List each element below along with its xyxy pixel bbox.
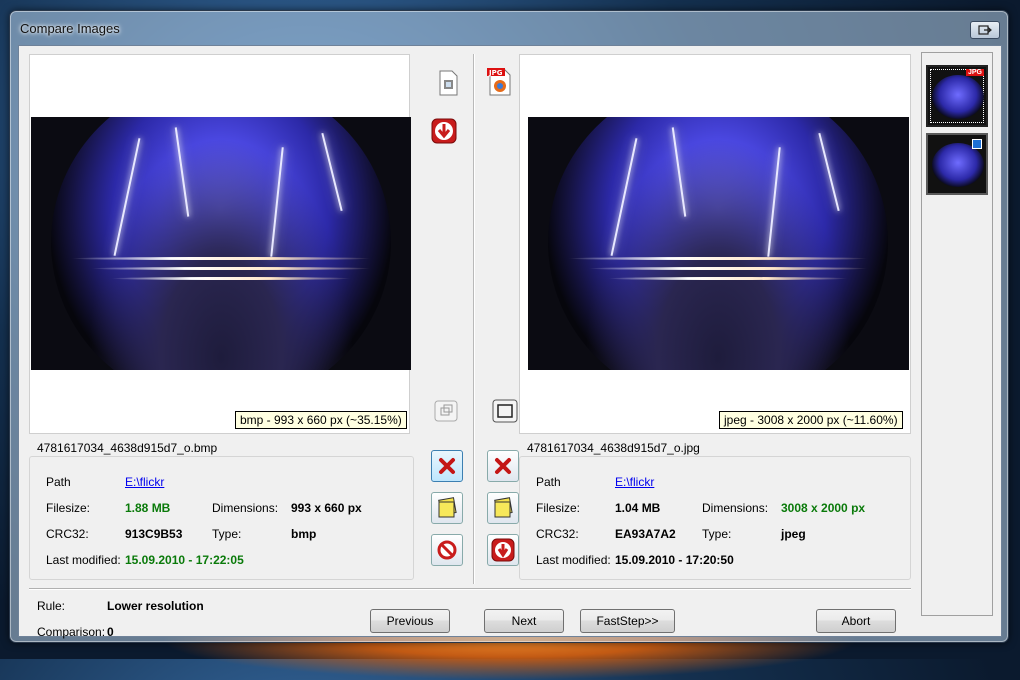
next-button[interactable]: Next	[484, 609, 564, 633]
left-type-value: bmp	[291, 527, 317, 541]
rule-value: Lower resolution	[107, 599, 204, 613]
left-delete-button[interactable]	[431, 450, 463, 482]
right-type-label: Type:	[702, 527, 732, 541]
note-icon	[494, 497, 513, 518]
window-restore-button[interactable]	[970, 21, 1000, 39]
right-modified-label: Last modified:	[536, 553, 611, 567]
left-block-button[interactable]	[431, 534, 463, 566]
right-type-value: jpeg	[781, 527, 806, 541]
right-path-link[interactable]: E:\flickr	[615, 475, 654, 489]
right-filename: 4781617034_4638d915d7_o.jpg	[527, 441, 700, 455]
right-filesize-value: 1.04 MB	[615, 501, 661, 515]
left-bmp-file-icon	[433, 68, 463, 98]
left-path-link[interactable]: E:\flickr	[125, 475, 164, 489]
right-jpg-file-icon: JPG	[485, 66, 515, 96]
rule-label: Rule:	[37, 599, 66, 613]
right-filesize-label: Filesize:	[536, 501, 581, 515]
comparison-value: 0	[107, 625, 114, 639]
left-path-label: Path	[46, 475, 71, 489]
block-icon	[437, 540, 457, 560]
left-info-box: Path E:\flickr Filesize: 1.88 MB Dimensi…	[29, 456, 414, 580]
left-dimensions-value: 993 x 660 px	[291, 501, 362, 515]
left-window-view-icon[interactable]	[431, 396, 461, 426]
right-path-label: Path	[536, 475, 561, 489]
delete-x-icon	[495, 458, 511, 474]
right-dimensions-label: Dimensions:	[702, 501, 769, 515]
right-info-box: Path E:\flickr Filesize: 1.04 MB Dimensi…	[519, 456, 911, 580]
comparison-label: Comparison:	[37, 625, 106, 639]
abort-button[interactable]: Abort	[816, 609, 896, 633]
right-move-down-button[interactable]	[487, 534, 519, 566]
note-icon	[438, 497, 457, 518]
dialog-client-area: bmp - 993 x 660 px (~35.15%) 4781617034_…	[18, 45, 1002, 639]
left-move-down-icon[interactable]	[429, 116, 459, 146]
move-down-icon	[491, 538, 515, 562]
thumbnail-jpg[interactable]: JPG	[926, 65, 988, 127]
delete-x-icon	[439, 458, 455, 474]
jpg-badge: JPG	[965, 69, 984, 76]
right-crc-label: CRC32:	[536, 527, 579, 541]
exit-icon	[978, 25, 992, 35]
left-crc-value: 913C9B53	[125, 527, 183, 541]
right-modified-value: 15.09.2010 - 17:20:50	[615, 553, 734, 567]
left-dimensions-label: Dimensions:	[212, 501, 279, 515]
left-note-button[interactable]	[431, 492, 463, 524]
left-filename: 4781617034_4638d915d7_o.bmp	[37, 441, 218, 455]
left-image-area: bmp - 993 x 660 px (~35.15%)	[29, 54, 411, 434]
left-crc-label: CRC32:	[46, 527, 89, 541]
right-image-preview[interactable]	[528, 117, 909, 370]
previous-button[interactable]: Previous	[370, 609, 450, 633]
right-image-caption: jpeg - 3008 x 2000 px (~11.60%)	[719, 411, 903, 429]
window-title: Compare Images	[20, 21, 120, 36]
left-image-preview[interactable]	[31, 117, 411, 370]
right-fit-window-icon[interactable]	[490, 396, 520, 426]
faststep-button[interactable]: FastStep>>	[580, 609, 675, 633]
left-filesize-label: Filesize:	[46, 501, 91, 515]
left-type-label: Type:	[212, 527, 242, 541]
svg-text:JPG: JPG	[488, 69, 503, 77]
thumbnail-strip: JPG	[921, 52, 993, 616]
right-dimensions-value: 3008 x 2000 px	[781, 501, 866, 515]
left-filesize-value: 1.88 MB	[125, 501, 171, 515]
bmp-badge-icon	[972, 139, 982, 149]
thumbnail-bmp[interactable]	[926, 133, 988, 195]
compare-images-window: Compare Images bmp - 993 x 660 px (~35.1…	[9, 10, 1009, 643]
right-crc-value: EA93A7A2	[615, 527, 676, 541]
right-note-button[interactable]	[487, 492, 519, 524]
left-modified-value: 15.09.2010 - 17:22:05	[125, 553, 244, 567]
left-image-caption: bmp - 993 x 660 px (~35.15%)	[235, 411, 407, 429]
left-modified-label: Last modified:	[46, 553, 121, 567]
right-image-area: jpeg - 3008 x 2000 px (~11.60%)	[519, 54, 911, 434]
right-delete-button[interactable]	[487, 450, 519, 482]
center-divider	[473, 54, 475, 584]
footer-separator	[29, 588, 911, 590]
